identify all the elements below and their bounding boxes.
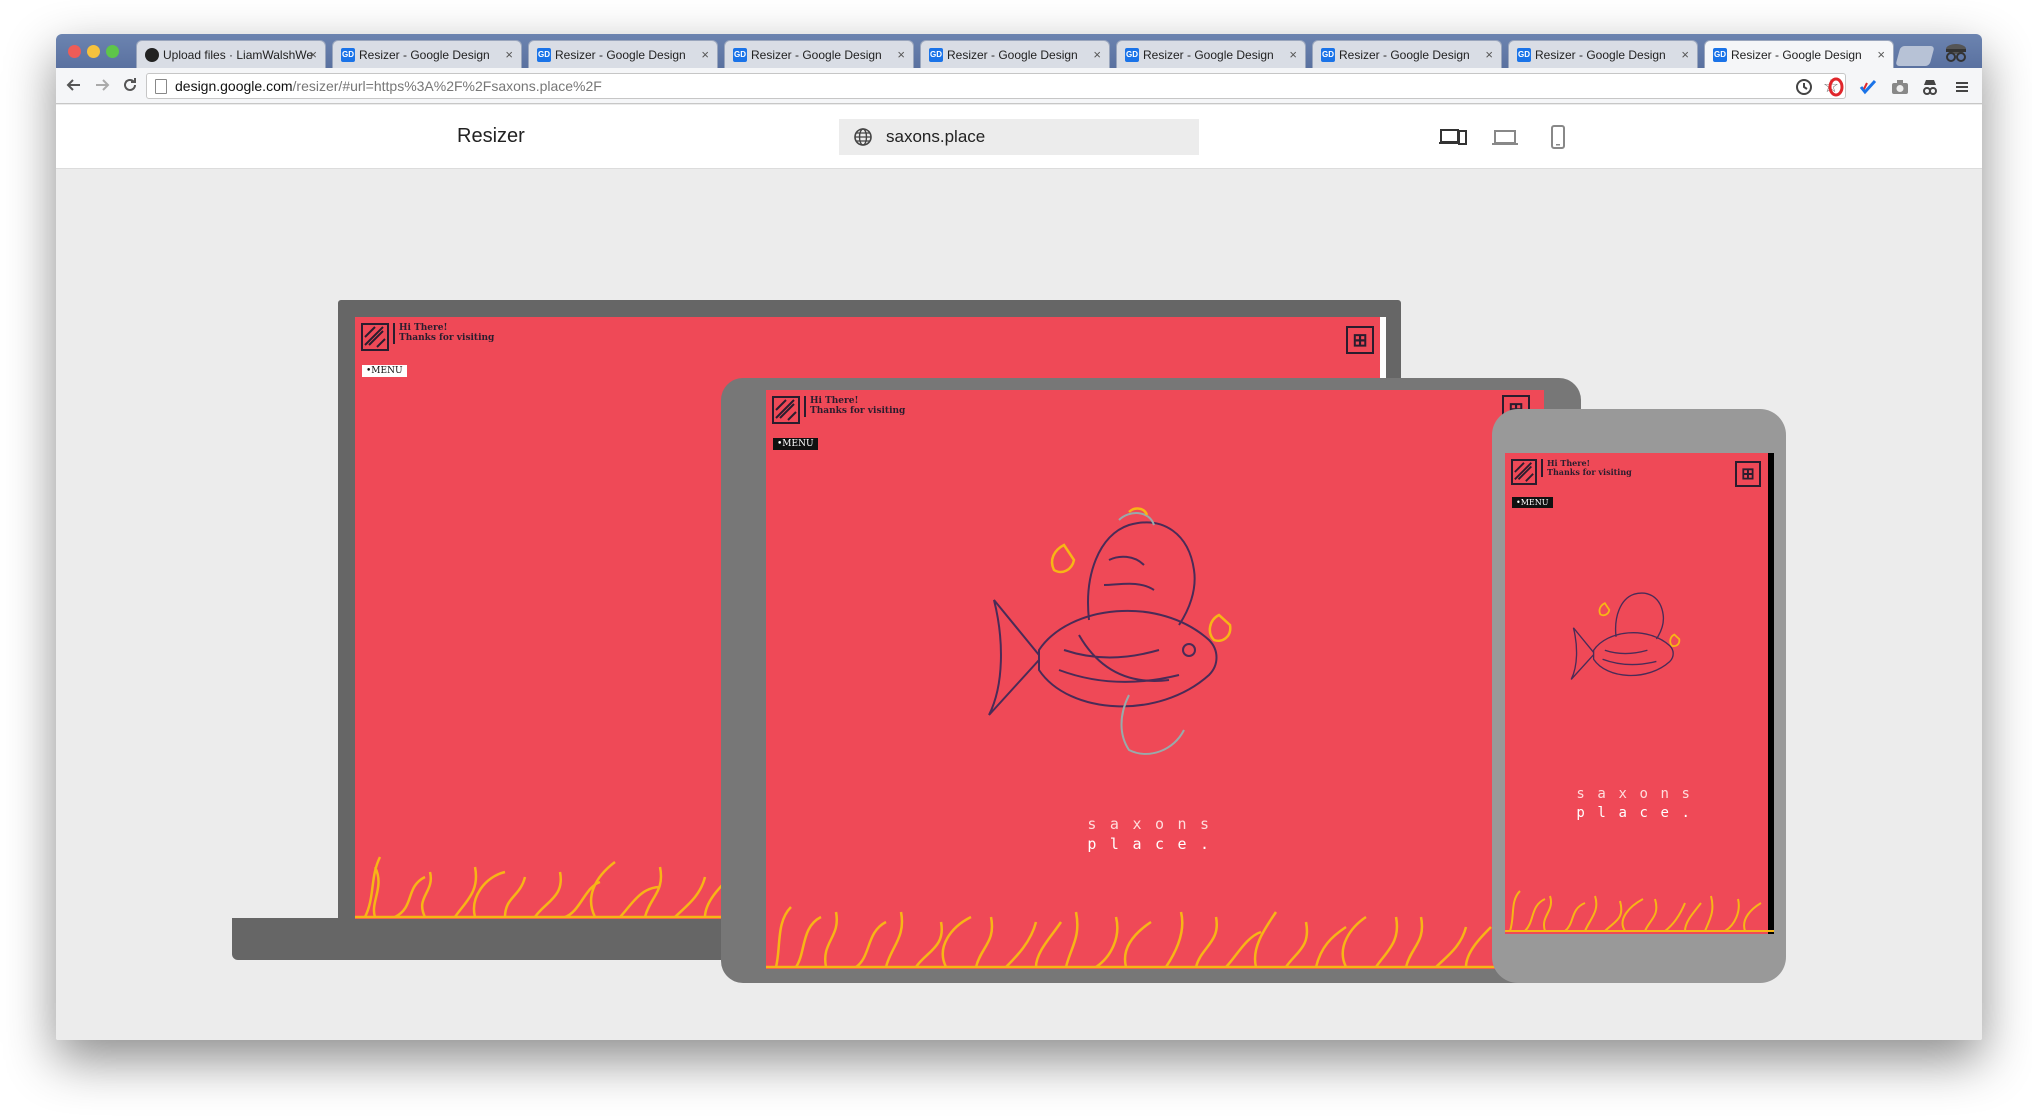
tab-title: Resizer - Google Design: [1731, 47, 1862, 62]
tablet-screen[interactable]: Hi There!Thanks for visiting •MENU ⊞: [766, 390, 1544, 969]
camera-icon[interactable]: [1890, 77, 1910, 97]
coral-reef-illustration: [1505, 890, 1774, 932]
expand-plus-icon[interactable]: ⊞: [1346, 326, 1374, 354]
forward-button[interactable]: [92, 76, 112, 99]
gd-icon: GD: [341, 47, 355, 62]
tab-close-icon[interactable]: ×: [1093, 47, 1101, 62]
minimize-window-button[interactable]: [87, 45, 100, 58]
browser-tab[interactable]: GD Resizer - Google Design ×: [332, 40, 522, 68]
gd-icon: GD: [733, 47, 747, 62]
gd-icon: GD: [1321, 47, 1335, 62]
coral-reef-illustration: [766, 906, 1544, 969]
extension-refresh-icon[interactable]: [1794, 77, 1814, 97]
brand-line-1: saxons: [1087, 815, 1223, 833]
menu-button[interactable]: •MENU: [1512, 497, 1553, 508]
tab-close-icon[interactable]: ×: [1681, 47, 1689, 62]
browser-tab[interactable]: GD Resizer - Google Design ×: [920, 40, 1110, 68]
gd-icon: GD: [929, 47, 943, 62]
tab-close-icon[interactable]: ×: [505, 47, 513, 62]
browser-tab[interactable]: GD Resizer - Google Design ×: [1508, 40, 1698, 68]
page-icon: [155, 79, 167, 94]
gd-icon: GD: [1125, 47, 1139, 62]
close-window-button[interactable]: [68, 45, 81, 58]
site-logo: Hi There! Thanks for visiting: [772, 396, 905, 424]
menu-button[interactable]: •MENU: [362, 365, 407, 377]
browser-tab[interactable]: GD Resizer - Google Design ×: [528, 40, 718, 68]
extension-check-icon[interactable]: [1858, 77, 1878, 97]
gd-icon: GD: [537, 47, 551, 62]
tab-close-icon[interactable]: ×: [1877, 47, 1885, 62]
site-logo: Hi There! Thanks for visiting: [1511, 458, 1632, 485]
browser-tab[interactable]: GD Resizer - Google Design ×: [724, 40, 914, 68]
fish-illustration: [1570, 592, 1681, 680]
greeting-text: Hi There!: [399, 323, 448, 333]
new-tab-button[interactable]: [1895, 46, 1935, 66]
tab-close-icon[interactable]: ×: [1485, 47, 1493, 62]
scrollbar[interactable]: [1768, 453, 1774, 934]
incognito-extension-icon[interactable]: [1920, 77, 1940, 97]
phone-icon[interactable]: [1544, 125, 1572, 149]
opera-icon[interactable]: [1826, 77, 1846, 97]
browser-toolbar: design.google.com/resizer/#url=https%3A%…: [56, 68, 1982, 104]
expand-plus-icon[interactable]: ⊞: [1735, 461, 1761, 487]
reload-button[interactable]: [120, 76, 140, 99]
responsive-icon[interactable]: [1439, 125, 1467, 149]
browser-tab[interactable]: Upload files · LiamWalshWe ×: [136, 40, 326, 68]
tab-title: Resizer - Google Design: [1339, 47, 1470, 62]
subtitle-text: Thanks for visiting: [399, 333, 495, 344]
tab-close-icon[interactable]: ×: [897, 47, 905, 62]
preview-stage: Hi There! Thanks for visiting •MENU ⊞ Hi …: [56, 169, 1982, 1040]
page-title: Resizer: [457, 125, 525, 147]
site-logo: Hi There! Thanks for visiting: [361, 323, 494, 351]
phone-screen[interactable]: Hi There! Thanks for visiting •MENU ⊞ sax…: [1505, 453, 1774, 934]
tab-close-icon[interactable]: ×: [1289, 47, 1297, 62]
resizer-header: Resizer saxons.place: [56, 105, 1982, 169]
logo-mark-icon: [772, 396, 800, 424]
url-input[interactable]: saxons.place: [839, 119, 1199, 155]
browser-tab[interactable]: GD Resizer - Google Design ×: [1116, 40, 1306, 68]
tab-title: Resizer - Google Design: [1143, 47, 1274, 62]
url-path: /resizer/#url=https%3A%2F%2Fsaxons.place…: [292, 78, 602, 94]
tab-title: Resizer - Google Design: [555, 47, 686, 62]
globe-icon: [853, 127, 873, 147]
gd-icon: GD: [1713, 47, 1727, 62]
maximize-window-button[interactable]: [106, 45, 119, 58]
tab-title: Resizer - Google Design: [359, 47, 490, 62]
greeting-text: Hi There!: [810, 396, 859, 406]
logo-mark-icon: [1511, 459, 1537, 485]
brand-line-2: place.: [1576, 805, 1703, 821]
tab-bar: Upload files · LiamWalshWe × GD Resizer - G…: [56, 34, 1982, 68]
address-bar[interactable]: design.google.com/resizer/#url=https%3A%…: [146, 73, 1846, 99]
tab-title: Resizer - Google Design: [947, 47, 1078, 62]
incognito-icon: [1941, 40, 1971, 66]
gd-icon: GD: [1517, 47, 1531, 62]
browser-tab[interactable]: GD Resizer - Google Design ×: [1312, 40, 1502, 68]
tab-title: Resizer - Google Design: [1535, 47, 1666, 62]
tab-close-icon[interactable]: ×: [701, 47, 709, 62]
tab-close-icon[interactable]: ×: [309, 47, 317, 62]
tab-title: Upload files · LiamWalshWe: [163, 47, 313, 62]
menu-button[interactable]: •MENU: [773, 438, 818, 450]
url-input-value: saxons.place: [886, 127, 986, 146]
browser-window: Upload files · LiamWalshWe × GD Resizer - G…: [56, 34, 1982, 1040]
chrome-menu-icon[interactable]: [1952, 77, 1972, 97]
brand-line-2: place.: [1087, 835, 1223, 853]
subtitle-text: Thanks for visiting: [810, 406, 906, 417]
github-icon: [145, 47, 159, 62]
brand-line-1: saxons: [1576, 786, 1703, 802]
fish-illustration: [988, 507, 1232, 755]
url-host: design.google.com: [175, 78, 293, 94]
logo-mark-icon: [361, 323, 389, 351]
back-button[interactable]: [64, 76, 84, 99]
subtitle-text: Thanks for visiting: [1547, 467, 1632, 478]
laptop-icon[interactable]: [1491, 125, 1519, 149]
browser-tab[interactable]: GD Resizer - Google Design ×: [1704, 40, 1894, 68]
tab-title: Resizer - Google Design: [751, 47, 882, 62]
